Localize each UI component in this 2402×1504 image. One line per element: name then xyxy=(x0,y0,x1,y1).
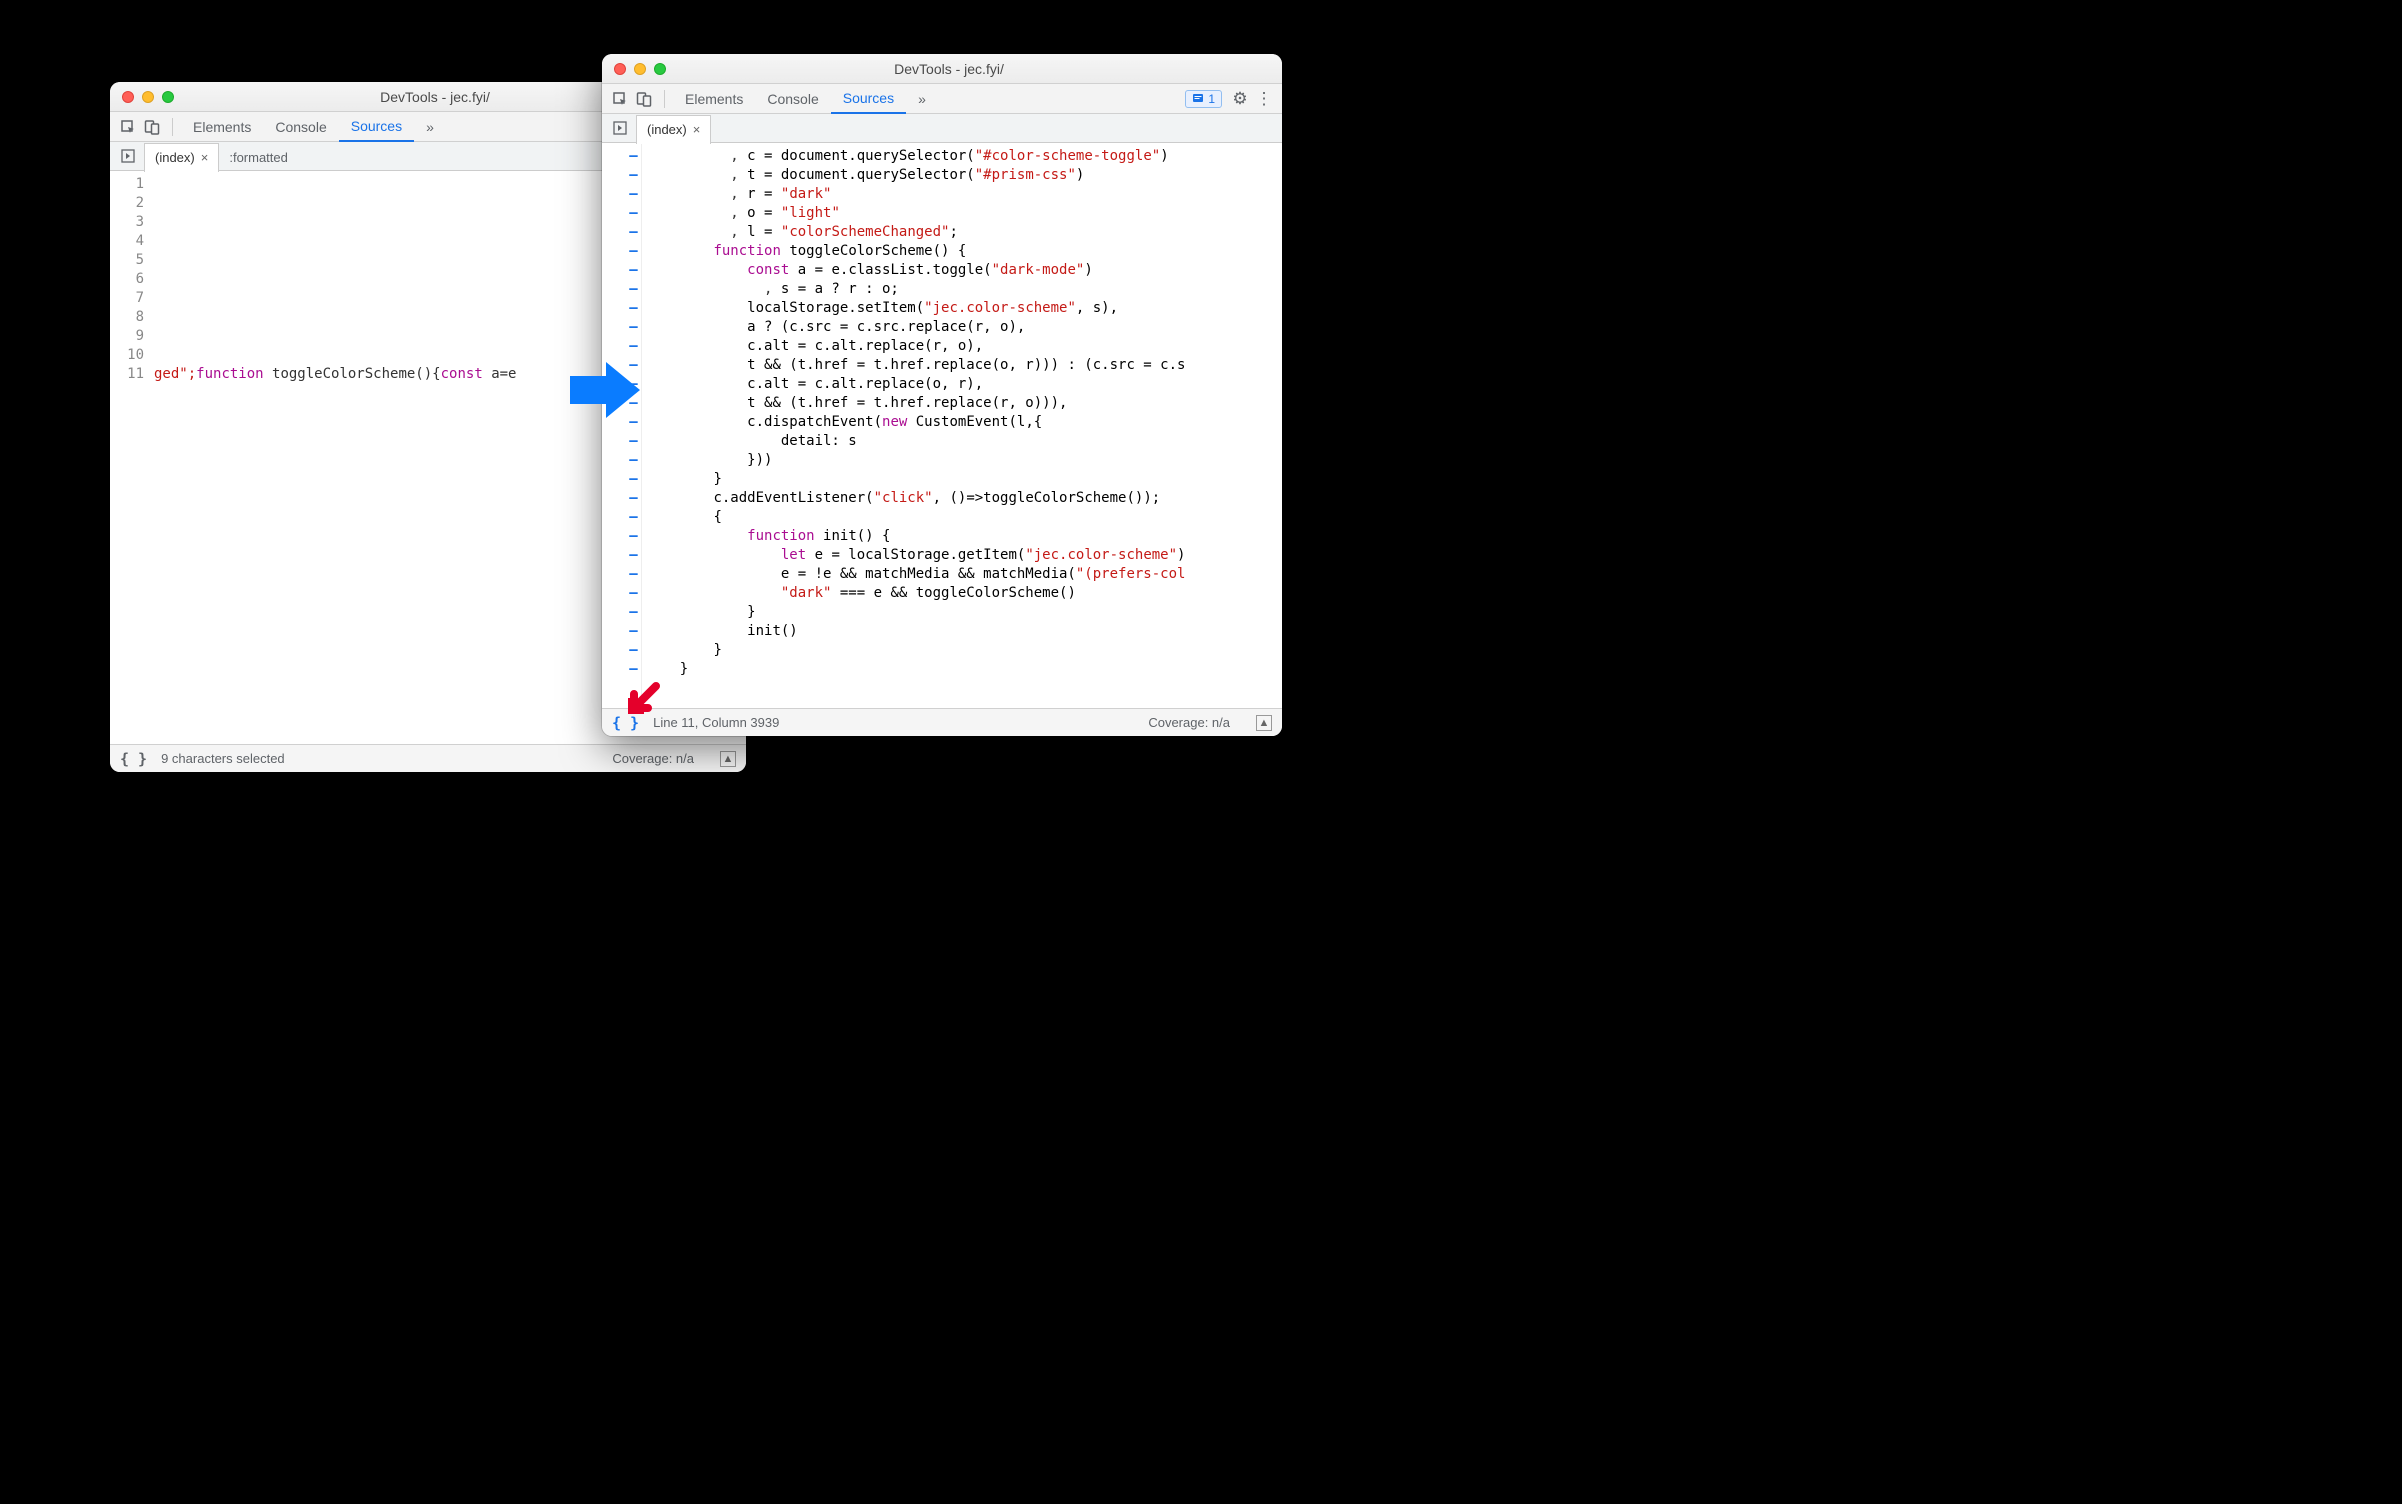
issues-count: 1 xyxy=(1208,92,1215,106)
statusbar: { } Line 11, Column 3939 Coverage: n/a ▲ xyxy=(602,708,1282,736)
collapse-icon[interactable]: ▲ xyxy=(1256,715,1272,731)
devtools-window-right: DevTools - jec.fyi/ ElementsConsoleSourc… xyxy=(602,54,1282,736)
line-gutter xyxy=(602,143,626,708)
status-position: Line 11, Column 3939 xyxy=(653,715,779,730)
file-tab-index[interactable]: (index) × xyxy=(636,115,711,144)
annotation-arrow-red xyxy=(626,682,660,716)
kebab-icon[interactable]: ⋮ xyxy=(1252,87,1276,111)
tab-elements[interactable]: Elements xyxy=(673,84,755,114)
minimize-icon[interactable] xyxy=(142,91,154,103)
close-icon[interactable]: × xyxy=(693,122,701,137)
pretty-print-icon[interactable]: { } xyxy=(612,714,639,732)
file-tab-formatted[interactable]: :formatted xyxy=(219,143,298,172)
navigator-toggle-icon[interactable] xyxy=(608,116,632,140)
main-toolbar: ElementsConsoleSources » 1 ⚙ ⋮ xyxy=(602,84,1282,114)
tab-elements[interactable]: Elements xyxy=(181,112,263,142)
fold-gutter[interactable]: –––––––––––––––––––––––––––– xyxy=(626,143,642,708)
zoom-icon[interactable] xyxy=(162,91,174,103)
statusbar: { } 9 characters selected Coverage: n/a … xyxy=(110,744,746,772)
traffic-lights xyxy=(122,91,174,103)
tab-sources[interactable]: Sources xyxy=(831,84,906,114)
annotation-arrow-blue xyxy=(570,362,640,418)
collapse-icon[interactable]: ▲ xyxy=(720,751,736,767)
tab-sources[interactable]: Sources xyxy=(339,112,414,142)
traffic-lights xyxy=(614,63,666,75)
file-tab-label: :formatted xyxy=(229,150,288,165)
close-icon[interactable]: × xyxy=(201,150,209,165)
zoom-icon[interactable] xyxy=(654,63,666,75)
close-icon[interactable] xyxy=(122,91,134,103)
pretty-print-icon[interactable]: { } xyxy=(120,750,147,768)
status-coverage: Coverage: n/a xyxy=(612,751,694,766)
more-tabs[interactable]: » xyxy=(414,112,446,142)
titlebar[interactable]: DevTools - jec.fyi/ xyxy=(602,54,1282,84)
device-toggle-icon[interactable] xyxy=(140,115,164,139)
more-tabs[interactable]: » xyxy=(906,84,938,114)
status-coverage: Coverage: n/a xyxy=(1148,715,1230,730)
minimize-icon[interactable] xyxy=(634,63,646,75)
status-selection: 9 characters selected xyxy=(161,751,285,766)
issues-button[interactable]: 1 xyxy=(1185,90,1222,108)
code-content[interactable]: , c = document.querySelector("#color-sch… xyxy=(642,143,1282,708)
file-tab-label: (index) xyxy=(155,150,195,165)
line-gutter: 1234567891011 xyxy=(110,171,150,744)
close-icon[interactable] xyxy=(614,63,626,75)
code-editor[interactable]: –––––––––––––––––––––––––––– , c = docum… xyxy=(602,143,1282,708)
window-title: DevTools - jec.fyi/ xyxy=(666,61,1232,77)
file-tab-label: (index) xyxy=(647,122,687,137)
gear-icon[interactable]: ⚙ xyxy=(1228,87,1252,111)
device-toggle-icon[interactable] xyxy=(632,87,656,111)
file-tab-index[interactable]: (index) × xyxy=(144,143,219,172)
inspect-icon[interactable] xyxy=(608,87,632,111)
file-tabs: (index) × xyxy=(602,114,1282,143)
navigator-toggle-icon[interactable] xyxy=(116,144,140,168)
tab-console[interactable]: Console xyxy=(263,112,338,142)
tab-console[interactable]: Console xyxy=(755,84,830,114)
inspect-icon[interactable] xyxy=(116,115,140,139)
